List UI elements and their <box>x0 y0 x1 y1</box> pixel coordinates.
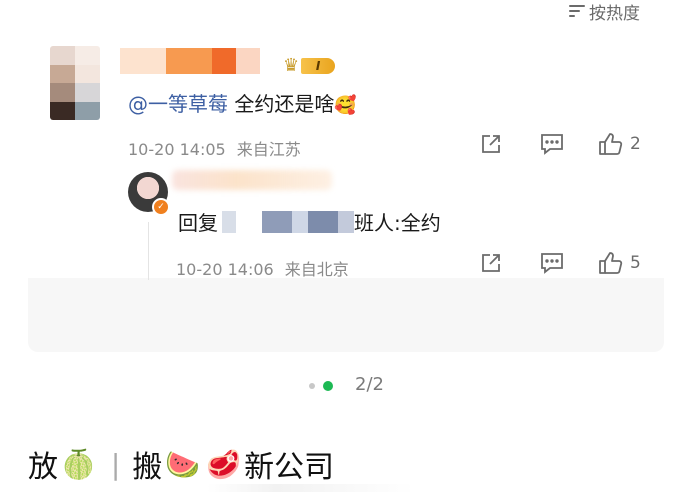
redaction-block <box>236 210 262 233</box>
mention-link[interactable]: @一等草莓 <box>128 92 228 116</box>
comment-text: 全约还是啥 <box>228 92 335 116</box>
comment-like-count: 2 <box>630 134 641 154</box>
crown-icon: ♛ <box>283 55 300 76</box>
reply-prefix: 回复 <box>178 211 218 235</box>
comment-reply-button[interactable] <box>540 133 564 155</box>
commenter-username-redacted[interactable] <box>120 48 270 74</box>
member-level-badge: ♛ I <box>283 56 341 76</box>
comment-body: @一等草莓 全约还是啥🥰 <box>128 88 357 117</box>
thumbs-up-icon <box>599 133 623 155</box>
watermelon-emoji: 🍉 <box>165 447 201 481</box>
redaction-block <box>262 210 292 233</box>
sort-label: 按热度 <box>589 3 640 24</box>
sort-lines-icon <box>569 4 585 18</box>
reply-time: 10-20 14:06 <box>176 260 274 279</box>
level-label: I <box>301 58 336 74</box>
image-pager: 2/2 <box>0 374 690 398</box>
headline-separator: | <box>110 447 121 481</box>
verified-badge-icon: ✓ <box>152 198 170 216</box>
reply-like-count: 5 <box>630 253 641 273</box>
headline-word-1: 放 <box>28 450 58 485</box>
pager-dot-active[interactable] <box>323 381 333 391</box>
comment-share-button[interactable] <box>480 133 502 155</box>
comment-icon <box>541 134 563 155</box>
share-icon <box>482 135 500 153</box>
redaction-block <box>292 210 308 233</box>
melon-emoji: 🍈 <box>61 447 96 481</box>
pager-dot-inactive[interactable] <box>309 383 315 389</box>
comment-meta: 10-20 14:05 来自江苏 <box>128 136 301 160</box>
commenter-avatar[interactable] <box>50 46 100 120</box>
redaction-block <box>338 210 354 233</box>
thumbs-up-icon <box>599 252 623 274</box>
reply-body: 回复 班人:全约 <box>178 207 441 236</box>
redaction-block <box>308 210 338 233</box>
bottom-fade <box>0 484 690 492</box>
comment-location: 来自江苏 <box>236 140 301 159</box>
reply-text: 班人:全约 <box>354 211 441 235</box>
headline-word-3: 新公司 <box>244 450 335 485</box>
smiling-hearts-emoji: 🥰 <box>334 95 357 116</box>
reply-share-button[interactable] <box>480 252 502 274</box>
comment-icon <box>541 253 563 274</box>
reply-meta: 10-20 14:06 来自北京 <box>176 256 349 280</box>
comment-card <box>28 36 664 352</box>
comment-time: 10-20 14:05 <box>128 140 226 159</box>
reply-thread-line <box>148 222 149 280</box>
reply-like-button[interactable]: 5 <box>598 251 641 275</box>
meat-emoji: 🥩 <box>206 447 242 481</box>
reply-location: 来自北京 <box>284 260 349 279</box>
post-headline: 放 🍈 | 搬 🍉 🥩 新公司 <box>28 442 334 486</box>
comment-like-button[interactable]: 2 <box>598 132 641 156</box>
replier-username-redacted[interactable] <box>172 170 332 190</box>
pager-label: 2/2 <box>355 374 384 395</box>
share-icon <box>482 254 500 272</box>
headline-word-2: 搬 <box>132 450 163 485</box>
reply-comment-button[interactable] <box>540 252 564 274</box>
sort-by-hot-button[interactable]: 按热度 <box>569 0 640 24</box>
redaction-block <box>222 210 236 233</box>
